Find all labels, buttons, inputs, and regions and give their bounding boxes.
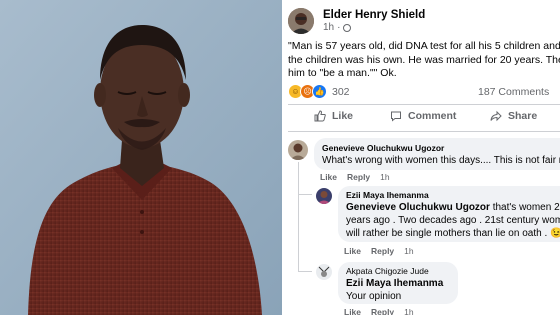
comment-actions: Like Reply 1h (344, 307, 414, 315)
facebook-post: Elder Henry Shield 1h · "Man is 57 years… (282, 0, 560, 315)
thumbs-up-icon (314, 110, 326, 122)
commenter-avatar[interactable] (316, 264, 332, 280)
comment-bubble: Akpata Chigozie Jude Ezii Maya Ihemanma … (338, 262, 458, 304)
reply-thread-line (298, 162, 299, 272)
comment-icon (391, 111, 401, 122)
post-header: Elder Henry Shield 1h · (288, 6, 425, 36)
commenter-avatar[interactable] (288, 140, 308, 160)
commenter-name[interactable]: Genevieve Oluchukwu Ugozor (322, 143, 560, 154)
reply-thread-line (298, 271, 312, 272)
comment-text: that's women 20 (489, 202, 560, 213)
comment-text: Your opinion (346, 291, 402, 302)
commenter-avatar[interactable] (316, 188, 332, 204)
comments-count[interactable]: 187 Comments (478, 86, 549, 98)
reaction-count: 302 (332, 85, 350, 98)
comment-text: What's wrong with women this days.... Th… (322, 155, 560, 166)
commenter-name[interactable]: Akpata Chigozie Jude (346, 266, 450, 277)
like-button[interactable]: Like (314, 110, 353, 122)
comment-like-link[interactable]: Like (320, 172, 337, 182)
like-label: Like (332, 110, 354, 122)
comment-bubble: Ezii Maya Ihemanma Genevieve Oluchukwu U… (338, 186, 560, 242)
reply-thread-line (298, 194, 312, 195)
engagement-counts: 187 Comments 16 (478, 86, 560, 98)
post-photo[interactable] (0, 0, 282, 315)
comment-label: Comment (408, 110, 457, 122)
comment-reply-link[interactable]: Reply (371, 307, 394, 315)
comment-like-link[interactable]: Like (344, 307, 361, 315)
author-name[interactable]: Elder Henry Shield (323, 9, 425, 22)
comment-reply-link[interactable]: Reply (371, 246, 394, 256)
post-actions: Like Comment Share (282, 107, 560, 129)
mention-link[interactable]: Ezii Maya Ihemanma (346, 278, 443, 289)
man-in-red-shirt-photo (0, 0, 282, 315)
share-label: Share (508, 110, 538, 122)
comment-text: will rather be single mothers than lie o… (346, 228, 560, 239)
comment-text: years ago . Two decades ago . 21st centu… (346, 215, 560, 226)
post-text-line: him to "be a man."" Ok. (288, 67, 397, 80)
post-text-line: "Man is 57 years old, did DNA test for a… (288, 40, 560, 52)
like-icon: 👍 (312, 84, 327, 99)
comment-reply-link[interactable]: Reply (347, 172, 370, 182)
comment-button[interactable]: Comment (390, 110, 456, 122)
post-text: "Man is 57 years old, did DNA test for a… (288, 40, 560, 81)
globe-icon (343, 23, 352, 32)
author-avatar[interactable] (288, 8, 314, 34)
comment-time[interactable]: 1h (404, 307, 413, 315)
divider (288, 104, 560, 105)
reaction-summary[interactable]: ☺ ☹ 👍 302 (288, 84, 350, 99)
comment-actions: Like Reply 1h (320, 172, 390, 182)
post-time[interactable]: 1h (323, 22, 334, 34)
post-text-line: the children was his own. He was married… (288, 53, 560, 66)
comment-time[interactable]: 1h (404, 246, 413, 256)
commenter-name[interactable]: Ezii Maya Ihemanma (346, 190, 560, 201)
divider (288, 131, 560, 132)
comment-bubble: Genevieve Oluchukwu Ugozor What's wrong … (314, 138, 560, 170)
share-button[interactable]: Share (490, 110, 537, 122)
mention-link[interactable]: Genevieve Oluchukwu Ugozor (346, 202, 490, 213)
comment-like-link[interactable]: Like (344, 246, 361, 256)
comment-actions: Like Reply 1h (344, 246, 414, 256)
share-icon (490, 110, 502, 122)
comment-time[interactable]: 1h (380, 172, 389, 182)
